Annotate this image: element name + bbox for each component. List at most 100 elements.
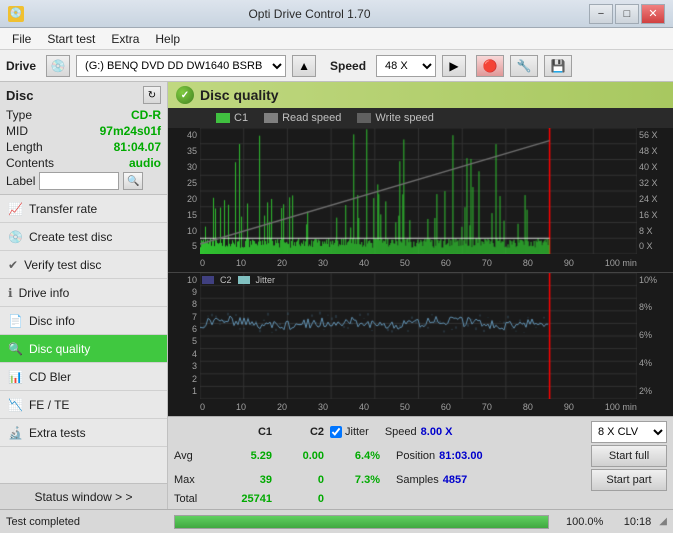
speed-arrow-btn[interactable]: ▶	[442, 55, 466, 77]
sidebar-item-label: Create test disc	[29, 230, 112, 244]
menu-start-test[interactable]: Start test	[39, 30, 103, 48]
disc-type-val: CD-R	[131, 108, 161, 122]
legend-read-speed-color	[264, 113, 278, 123]
status-window-btn[interactable]: Status window > >	[0, 483, 167, 509]
x-label: 40	[359, 402, 369, 412]
max-label: Max	[174, 474, 214, 486]
y-label-right: 48 X	[639, 146, 671, 156]
speed-display: Speed 8.00 X	[385, 426, 453, 438]
verify-test-disc-icon: ✔	[8, 258, 18, 272]
lower-y-labels-right: 10% 8% 6% 4% 2%	[637, 273, 673, 399]
maximize-button[interactable]: □	[615, 4, 639, 24]
x-label: 50	[400, 258, 410, 268]
x-label: 0	[200, 402, 205, 412]
sidebar-item-label: Verify test disc	[24, 258, 101, 272]
chart-lower: C2 Jitter 10 9 8 7 6 5 4 3 2 1	[168, 273, 673, 417]
x-label: 60	[441, 402, 451, 412]
start-full-button[interactable]: Start full	[591, 445, 667, 467]
sidebar-item-disc-info[interactable]: 📄 Disc info	[0, 307, 167, 335]
sidebar-item-extra-tests[interactable]: 🔬 Extra tests	[0, 419, 167, 447]
y-label-right: 8 X	[639, 226, 671, 236]
menu-file[interactable]: File	[4, 30, 39, 48]
extra-tests-icon: 🔬	[8, 426, 23, 440]
stats-area: C1 C2 Jitter Speed 8.00 X 8 X CLV	[168, 416, 673, 509]
y-label: 4	[168, 349, 200, 359]
chart-upper: 40 35 30 25 20 15 10 5 56 X 48 X 40 X 32…	[168, 128, 673, 273]
menu-extra[interactable]: Extra	[103, 30, 147, 48]
y-label: 2	[168, 374, 200, 384]
position-value: 81:03.00	[439, 450, 482, 462]
legend-c1: C1	[216, 112, 248, 124]
status-time: 10:18	[611, 516, 651, 528]
disc-refresh-btn[interactable]: ↻	[143, 86, 161, 104]
status-bar: Test completed 100.0% 10:18 ◢	[0, 509, 673, 533]
jitter-checkbox[interactable]	[330, 426, 342, 438]
disc-quality-icon: 🔍	[8, 342, 23, 356]
x-label: 80	[523, 402, 533, 412]
action-btn-2[interactable]: 🔧	[510, 55, 538, 77]
sidebar-item-drive-info[interactable]: ℹ Drive info	[0, 279, 167, 307]
sidebar-item-verify-test-disc[interactable]: ✔ Verify test disc	[0, 251, 167, 279]
start-part-container: Start part	[591, 469, 667, 491]
drive-info-icon: ℹ	[8, 286, 13, 300]
disc-contents-row: Contents audio	[6, 156, 161, 170]
y-label-right: 56 X	[639, 130, 671, 140]
disc-label-btn[interactable]: 🔍	[123, 172, 143, 190]
jitter-label: Jitter	[256, 275, 276, 285]
disc-mid-row: MID 97m24s01f	[6, 124, 161, 138]
y-label: 35	[168, 146, 200, 156]
total-label: Total	[174, 493, 214, 505]
sidebar: Disc ↻ Type CD-R MID 97m24s01f Length 81…	[0, 82, 168, 509]
y-label: 15	[168, 210, 200, 220]
start-part-button[interactable]: Start part	[591, 469, 667, 491]
create-test-disc-icon: 💿	[8, 230, 23, 244]
jitter-color	[238, 276, 250, 284]
cd-bler-icon: 📊	[8, 370, 23, 384]
drive-eject-btn[interactable]: ▲	[292, 55, 316, 77]
disc-label-input[interactable]	[39, 172, 119, 190]
sidebar-item-label: FE / TE	[29, 398, 69, 412]
menu-help[interactable]: Help	[147, 30, 188, 48]
sidebar-item-fe-te[interactable]: 📉 FE / TE	[0, 391, 167, 419]
disc-length-key: Length	[6, 140, 43, 154]
chart-legend: C1 Read speed Write speed	[168, 108, 673, 128]
samples-value: 4857	[443, 474, 467, 486]
max-jitter: 7.3%	[334, 474, 380, 486]
sidebar-item-create-test-disc[interactable]: 💿 Create test disc	[0, 223, 167, 251]
speed-key: Speed	[385, 426, 417, 438]
disc-mid-val: 97m24s01f	[100, 124, 161, 138]
y-label: 3	[168, 361, 200, 371]
action-btn-3[interactable]: 💾	[544, 55, 572, 77]
c2-color	[202, 276, 214, 284]
close-button[interactable]: ✕	[641, 4, 665, 24]
disc-quality-title: Disc quality	[200, 87, 279, 103]
minimize-button[interactable]: −	[589, 4, 613, 24]
drive-select[interactable]: (G:) BENQ DVD DD DW1640 BSRB	[76, 55, 286, 77]
transfer-rate-icon: 📈	[8, 202, 23, 216]
disc-title: Disc	[6, 88, 33, 103]
y-label-right: 16 X	[639, 210, 671, 220]
sidebar-item-cd-bler[interactable]: 📊 CD Bler	[0, 363, 167, 391]
disc-length-val: 81:04.07	[114, 140, 161, 154]
speed-selector[interactable]: 8 X CLV	[591, 421, 667, 443]
disc-quality-icon-header: ✓	[176, 86, 194, 104]
action-btn-1[interactable]: 🔴	[476, 55, 504, 77]
upper-y-labels-right: 56 X 48 X 40 X 32 X 24 X 16 X 8 X 0 X	[637, 128, 673, 254]
disc-quality-header: ✓ Disc quality	[168, 82, 673, 108]
sidebar-item-label: CD Bler	[29, 370, 71, 384]
legend-read-speed: Read speed	[264, 112, 341, 124]
y-label-right: 0 X	[639, 241, 671, 251]
speed-label: Speed	[330, 59, 366, 73]
y-label-right: 2%	[639, 386, 671, 396]
sidebar-item-disc-quality[interactable]: 🔍 Disc quality	[0, 335, 167, 363]
sidebar-item-transfer-rate[interactable]: 📈 Transfer rate	[0, 195, 167, 223]
x-label: 30	[318, 258, 328, 268]
y-label: 40	[168, 130, 200, 140]
y-label-right: 24 X	[639, 194, 671, 204]
disc-label-key: Label	[6, 174, 35, 188]
x-label: 20	[277, 258, 287, 268]
drive-icon-btn[interactable]: 💿	[46, 55, 70, 77]
c2-label: C2	[220, 275, 232, 285]
jitter-checkbox-row: Jitter	[330, 426, 369, 438]
speed-select[interactable]: 48 X	[376, 55, 436, 77]
